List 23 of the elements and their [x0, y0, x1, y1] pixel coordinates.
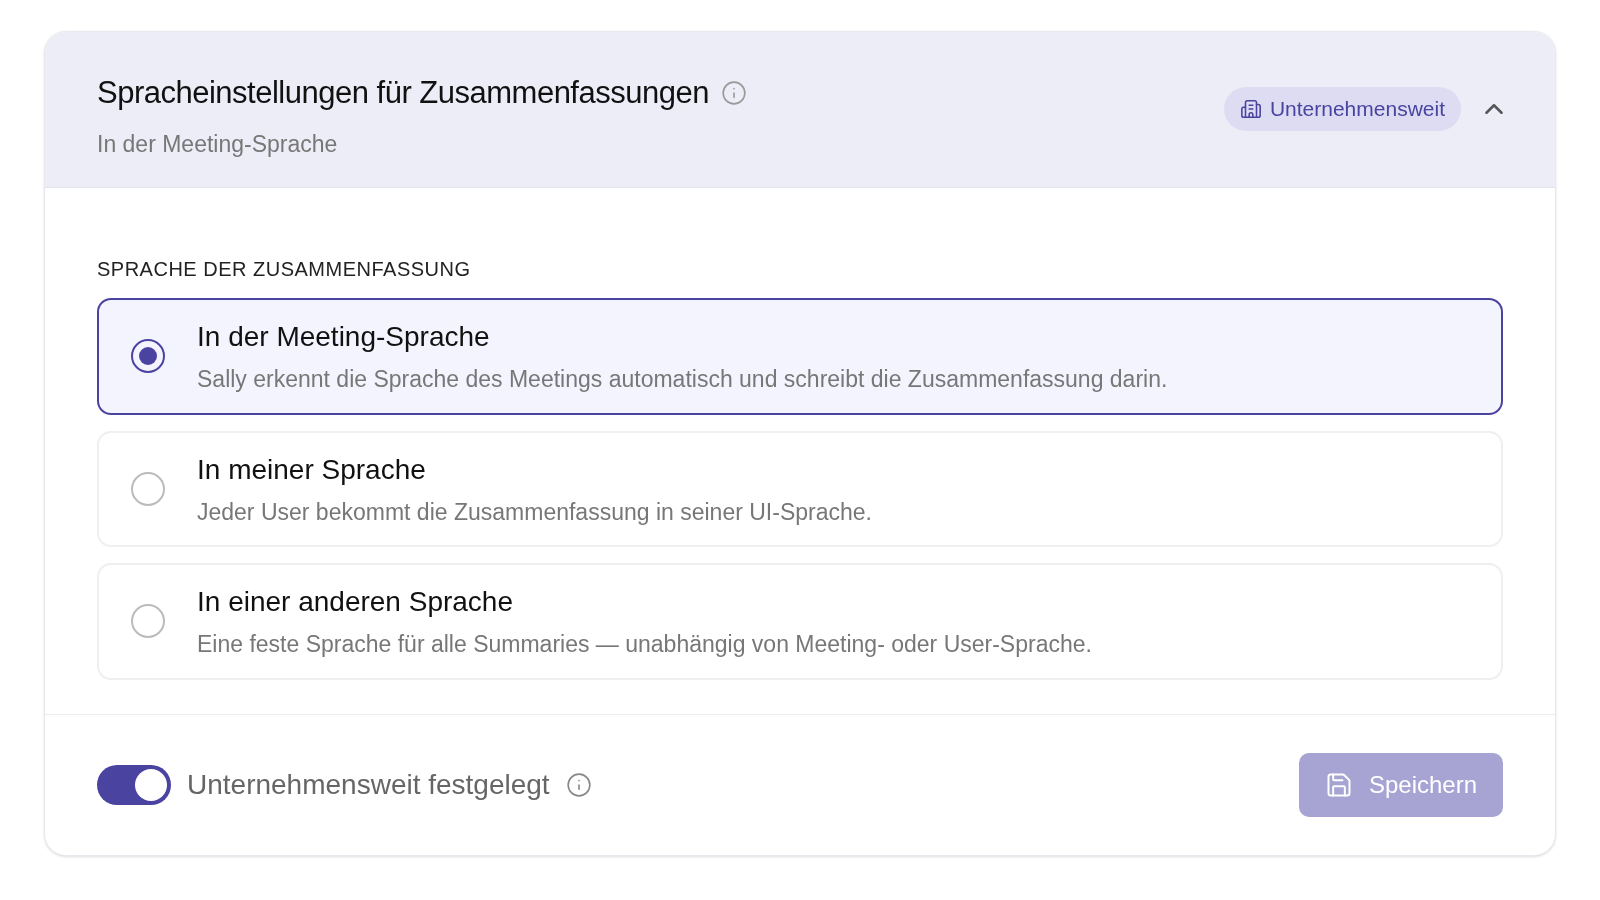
- toggle-switch[interactable]: [97, 764, 171, 805]
- radio-button[interactable]: [131, 339, 165, 374]
- option-description: Eine feste Sprache für alle Summaries — unabhängig von Meeting- oder User-Sprache.: [197, 630, 1092, 659]
- language-option[interactable]: In der Meeting-Sprache Sally erkennt die Sprache des Meetings automatisch und schreibt die Zusammenfassung darin.: [97, 298, 1503, 415]
- info-icon[interactable]: [565, 771, 592, 798]
- language-option[interactable]: In meiner Sprache Jeder User bekommt die Zusammenfassung in seiner UI-Sprache.: [97, 430, 1503, 547]
- option-description: Jeder User bekommt die Zusammenfassung in seiner UI-Sprache.: [197, 497, 872, 527]
- collapse-button[interactable]: [1485, 103, 1503, 114]
- option-title: In der Meeting-Sprache: [197, 320, 491, 354]
- option-title: In einer anderen Sprache: [197, 585, 514, 619]
- building-icon: [1239, 97, 1262, 120]
- language-option[interactable]: In einer anderen Sprache Eine feste Sprache für alle Summaries — unabhängig von Meeting- oder User-Sprache.: [97, 563, 1503, 680]
- section-label: SPRACHE DER ZUSAMMENFASSUNG: [97, 257, 472, 282]
- radio-button[interactable]: [131, 604, 165, 639]
- option-description: Sally erkennt die Sprache des Meetings automatisch und schreibt die Zusammenfassung darin.: [197, 365, 1168, 394]
- chevron-up-icon: [1485, 103, 1503, 114]
- card-title: Spracheinstellungen für Zusammenfassungen: [97, 74, 709, 112]
- option-title: In meiner Sprache: [197, 452, 427, 487]
- scope-badge: Unternehmensweit: [1223, 87, 1461, 131]
- toggle-label: Unternehmensweit festgelegt: [187, 767, 550, 802]
- info-icon[interactable]: [720, 80, 747, 107]
- radio-button[interactable]: [131, 471, 165, 506]
- card-subtitle: In der Meeting-Sprache: [97, 129, 339, 159]
